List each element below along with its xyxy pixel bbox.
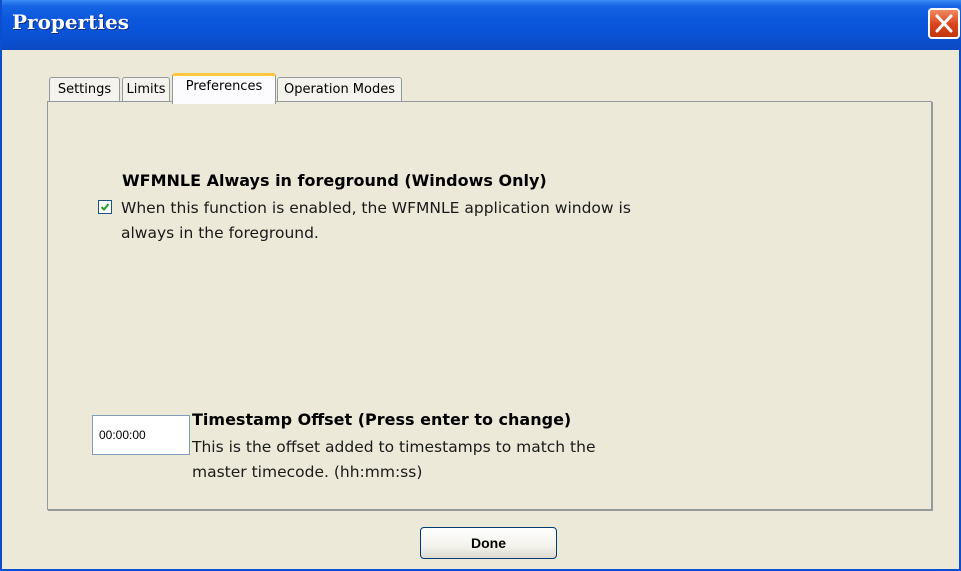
tab-limits[interactable]: Limits bbox=[122, 77, 170, 103]
tab-settings[interactable]: Settings bbox=[49, 77, 120, 103]
timestamp-heading: Timestamp Offset (Press enter to change) bbox=[192, 410, 572, 429]
window-title: Properties bbox=[12, 10, 129, 34]
properties-window: Properties Settings Limits Preferences O… bbox=[0, 0, 961, 571]
foreground-description: When this function is enabled, the WFMNL… bbox=[121, 196, 631, 246]
close-button[interactable] bbox=[928, 8, 960, 39]
title-bar[interactable]: Properties bbox=[2, 0, 961, 50]
close-icon bbox=[935, 14, 953, 33]
timestamp-offset-input[interactable] bbox=[92, 415, 190, 455]
checkmark-icon bbox=[100, 203, 110, 211]
timestamp-description-line2: master timecode. (hh:mm:ss) bbox=[192, 463, 423, 481]
foreground-description-line1: When this function is enabled, the WFMNL… bbox=[121, 199, 631, 217]
tab-preferences[interactable]: Preferences bbox=[172, 73, 276, 104]
tab-operation-modes[interactable]: Operation Modes bbox=[277, 77, 402, 103]
foreground-checkbox[interactable] bbox=[98, 200, 112, 214]
timestamp-description: This is the offset added to timestamps t… bbox=[192, 435, 596, 485]
timestamp-description-line1: This is the offset added to timestamps t… bbox=[192, 438, 596, 456]
foreground-description-line2: always in the foreground. bbox=[121, 224, 319, 242]
done-button[interactable]: Done bbox=[420, 527, 557, 559]
foreground-heading: WFMNLE Always in foreground (Windows Onl… bbox=[122, 171, 547, 190]
